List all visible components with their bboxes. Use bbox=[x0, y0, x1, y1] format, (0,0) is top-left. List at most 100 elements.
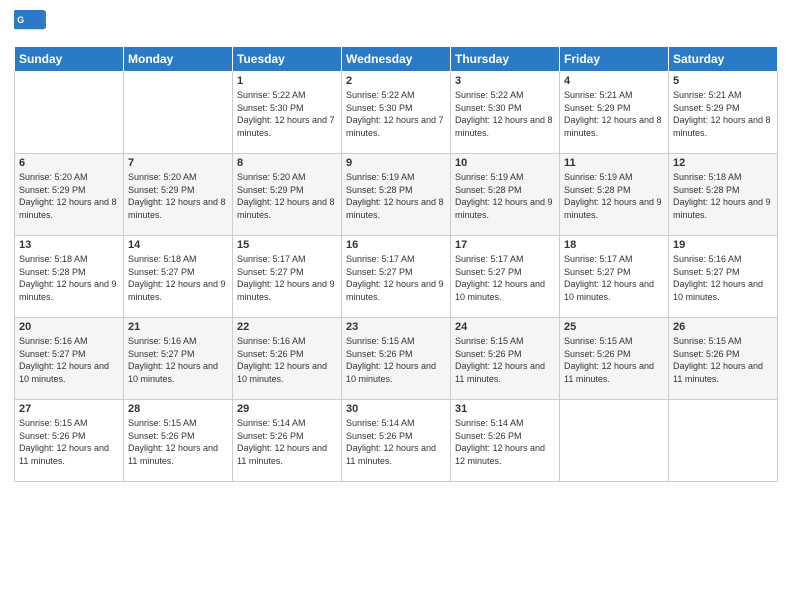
day-number: 28 bbox=[128, 403, 228, 415]
calendar-cell: 17Sunrise: 5:17 AMSunset: 5:27 PMDayligh… bbox=[451, 236, 560, 318]
day-number: 31 bbox=[455, 403, 555, 415]
day-number: 10 bbox=[455, 157, 555, 169]
calendar-cell: 10 Sunrise: 5:19 AMSunset: 5:28 PMDayligh… bbox=[451, 154, 560, 236]
day-number: 6 bbox=[19, 157, 119, 169]
calendar-cell: 22 Sunrise: 5:16 AMSunset: 5:26 PMDayligh… bbox=[233, 318, 342, 400]
day-number: 19 bbox=[673, 239, 773, 251]
day-number: 3 bbox=[455, 75, 555, 87]
calendar-cell: 11 Sunrise: 5:19 AMSunset: 5:28 PMDayligh… bbox=[560, 154, 669, 236]
calendar-table: SundayMondayTuesdayWednesdayThursdayFrid… bbox=[14, 46, 778, 482]
day-number: 7 bbox=[128, 157, 228, 169]
cell-info: Sunrise: 5:15 AMSunset: 5:26 PMDaylight:… bbox=[19, 417, 119, 467]
calendar-cell: 13 Sunrise: 5:18 AMSunset: 5:28 PMDayligh… bbox=[15, 236, 124, 318]
cell-info: Sunrise: 5:18 AMSunset: 5:27 PMDaylight:… bbox=[128, 253, 228, 303]
cell-info: Sunrise: 5:19 AMSunset: 5:28 PMDaylight:… bbox=[564, 171, 664, 221]
day-number: 16 bbox=[346, 239, 446, 251]
cell-info: Sunrise: 5:16 AMSunset: 5:27 PMDaylight:… bbox=[19, 335, 119, 385]
calendar-cell: 26 Sunrise: 5:15 AMSunset: 5:26 PMDayligh… bbox=[669, 318, 778, 400]
cell-info: Sunrise: 5:20 AMSunset: 5:29 PMDaylight:… bbox=[237, 171, 337, 221]
calendar-cell bbox=[124, 72, 233, 154]
calendar-cell: 4 Sunrise: 5:21 AMSunset: 5:29 PMDaylight… bbox=[560, 72, 669, 154]
weekday-header: Friday bbox=[560, 47, 669, 72]
weekday-header: Wednesday bbox=[342, 47, 451, 72]
day-number: 24 bbox=[455, 321, 555, 333]
cell-info: Sunrise: 5:16 AMSunset: 5:26 PMDaylight:… bbox=[237, 335, 337, 385]
calendar-cell: 23 Sunrise: 5:15 AMSunset: 5:26 PMDayligh… bbox=[342, 318, 451, 400]
cell-info: Sunrise: 5:20 AMSunset: 5:29 PMDaylight:… bbox=[128, 171, 228, 221]
calendar-cell bbox=[15, 72, 124, 154]
cell-info: Sunrise: 5:15 AMSunset: 5:26 PMDaylight:… bbox=[673, 335, 773, 385]
calendar-cell bbox=[669, 400, 778, 482]
cell-info: Sunrise: 5:21 AMSunset: 5:29 PMDaylight:… bbox=[564, 89, 664, 139]
calendar-week-row: 13 Sunrise: 5:18 AMSunset: 5:28 PMDayligh… bbox=[15, 236, 778, 318]
calendar-header-row: SundayMondayTuesdayWednesdayThursdayFrid… bbox=[15, 47, 778, 72]
calendar-cell: 8 Sunrise: 5:20 AMSunset: 5:29 PMDaylight… bbox=[233, 154, 342, 236]
cell-info: Sunrise: 5:16 AMSunset: 5:27 PMDaylight:… bbox=[673, 253, 773, 303]
day-number: 1 bbox=[237, 75, 337, 87]
calendar-cell: 19 Sunrise: 5:16 AMSunset: 5:27 PMDayligh… bbox=[669, 236, 778, 318]
day-number: 27 bbox=[19, 403, 119, 415]
calendar-cell: 25 Sunrise: 5:15 AMSunset: 5:26 PMDayligh… bbox=[560, 318, 669, 400]
cell-info: Sunrise: 5:16 AMSunset: 5:27 PMDaylight:… bbox=[128, 335, 228, 385]
calendar-week-row: 27 Sunrise: 5:15 AMSunset: 5:26 PMDayligh… bbox=[15, 400, 778, 482]
calendar-cell: 28Sunrise: 5:15 AMSunset: 5:26 PMDayligh… bbox=[124, 400, 233, 482]
day-number: 12 bbox=[673, 157, 773, 169]
weekday-header: Tuesday bbox=[233, 47, 342, 72]
cell-info: Sunrise: 5:22 AMSunset: 5:30 PMDaylight:… bbox=[346, 89, 446, 139]
cell-info: Sunrise: 5:14 AMSunset: 5:26 PMDaylight:… bbox=[237, 417, 337, 467]
day-number: 5 bbox=[673, 75, 773, 87]
calendar-week-row: 1 Sunrise: 5:22 AMSunset: 5:30 PMDaylight… bbox=[15, 72, 778, 154]
day-number: 2 bbox=[346, 75, 446, 87]
day-number: 20 bbox=[19, 321, 119, 333]
cell-info: Sunrise: 5:15 AMSunset: 5:26 PMDaylight:… bbox=[564, 335, 664, 385]
day-number: 26 bbox=[673, 321, 773, 333]
day-number: 8 bbox=[237, 157, 337, 169]
calendar-cell: 24 Sunrise: 5:15 AMSunset: 5:26 PMDayligh… bbox=[451, 318, 560, 400]
day-number: 23 bbox=[346, 321, 446, 333]
day-number: 11 bbox=[564, 157, 664, 169]
calendar-cell: 31Sunrise: 5:14 AMSunset: 5:26 PMDayligh… bbox=[451, 400, 560, 482]
cell-info: Sunrise: 5:18 AMSunset: 5:28 PMDaylight:… bbox=[19, 253, 119, 303]
calendar-cell: 7 Sunrise: 5:20 AMSunset: 5:29 PMDaylight… bbox=[124, 154, 233, 236]
cell-info: Sunrise: 5:17 AMSunset: 5:27 PMDaylight:… bbox=[564, 253, 664, 303]
cell-info: Sunrise: 5:22 AMSunset: 5:30 PMDaylight:… bbox=[237, 89, 337, 139]
weekday-header: Saturday bbox=[669, 47, 778, 72]
day-number: 15 bbox=[237, 239, 337, 251]
calendar-cell bbox=[560, 400, 669, 482]
weekday-header: Monday bbox=[124, 47, 233, 72]
day-number: 22 bbox=[237, 321, 337, 333]
calendar-cell: 16 Sunrise: 5:17 AMSunset: 5:27 PMDayligh… bbox=[342, 236, 451, 318]
calendar-cell: 6 Sunrise: 5:20 AMSunset: 5:29 PMDaylight… bbox=[15, 154, 124, 236]
day-number: 25 bbox=[564, 321, 664, 333]
day-number: 29 bbox=[237, 403, 337, 415]
svg-text:G: G bbox=[17, 15, 24, 25]
day-number: 30 bbox=[346, 403, 446, 415]
calendar-cell: 14 Sunrise: 5:18 AMSunset: 5:27 PMDayligh… bbox=[124, 236, 233, 318]
cell-info: Sunrise: 5:17 AMSunset: 5:27 PMDaylight:… bbox=[237, 253, 337, 303]
logo-icon: G bbox=[14, 10, 46, 38]
calendar-cell: 29 Sunrise: 5:14 AMSunset: 5:26 PMDayligh… bbox=[233, 400, 342, 482]
day-number: 9 bbox=[346, 157, 446, 169]
weekday-header: Thursday bbox=[451, 47, 560, 72]
calendar-cell: 21 Sunrise: 5:16 AMSunset: 5:27 PMDayligh… bbox=[124, 318, 233, 400]
calendar-cell: 27 Sunrise: 5:15 AMSunset: 5:26 PMDayligh… bbox=[15, 400, 124, 482]
calendar-cell: 1 Sunrise: 5:22 AMSunset: 5:30 PMDaylight… bbox=[233, 72, 342, 154]
cell-info: Sunrise: 5:17 AMSunset: 5:27 PMDaylight:… bbox=[346, 253, 446, 303]
day-number: 14 bbox=[128, 239, 228, 251]
cell-info: Sunrise: 5:15 AMSunset: 5:26 PMDaylight:… bbox=[455, 335, 555, 385]
day-number: 4 bbox=[564, 75, 664, 87]
cell-info: Sunrise: 5:22 AMSunset: 5:30 PMDaylight:… bbox=[455, 89, 555, 139]
day-number: 13 bbox=[19, 239, 119, 251]
cell-info: Sunrise: 5:19 AMSunset: 5:28 PMDaylight:… bbox=[455, 171, 555, 221]
calendar-week-row: 20 Sunrise: 5:16 AMSunset: 5:27 PMDayligh… bbox=[15, 318, 778, 400]
cell-info: Sunrise: 5:15 AMSunset: 5:26 PMDaylight:… bbox=[346, 335, 446, 385]
day-number: 21 bbox=[128, 321, 228, 333]
cell-info: Sunrise: 5:14 AMSunset: 5:26 PMDaylight:… bbox=[346, 417, 446, 467]
calendar-cell: 12Sunrise: 5:18 AMSunset: 5:28 PMDayligh… bbox=[669, 154, 778, 236]
calendar-cell: 3 Sunrise: 5:22 AMSunset: 5:30 PMDaylight… bbox=[451, 72, 560, 154]
weekday-header: Sunday bbox=[15, 47, 124, 72]
calendar-week-row: 6 Sunrise: 5:20 AMSunset: 5:29 PMDaylight… bbox=[15, 154, 778, 236]
calendar-cell: 30 Sunrise: 5:14 AMSunset: 5:26 PMDayligh… bbox=[342, 400, 451, 482]
calendar-cell: 20 Sunrise: 5:16 AMSunset: 5:27 PMDayligh… bbox=[15, 318, 124, 400]
cell-info: Sunrise: 5:20 AMSunset: 5:29 PMDaylight:… bbox=[19, 171, 119, 221]
